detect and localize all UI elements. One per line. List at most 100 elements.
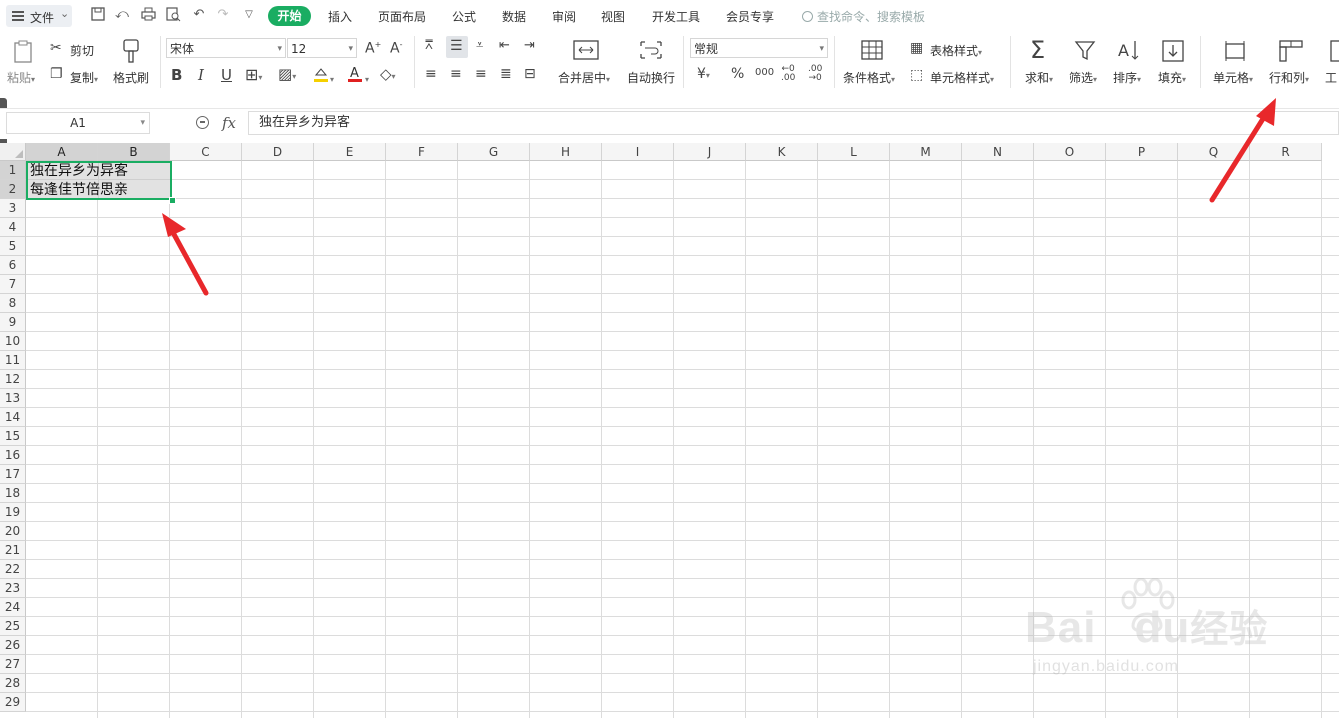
decrease-indent-icon[interactable]: ⇤: [499, 38, 510, 53]
tab-developer[interactable]: 开发工具: [652, 8, 700, 25]
row-header-6[interactable]: 6: [0, 256, 26, 275]
increase-indent-icon[interactable]: ⇥: [524, 38, 535, 53]
row-header-18[interactable]: 18: [0, 484, 26, 503]
column-header-o[interactable]: O: [1034, 143, 1106, 161]
align-right-icon[interactable]: ≡: [475, 66, 487, 82]
align-left-icon[interactable]: ≡: [425, 66, 437, 82]
column-header-h[interactable]: H: [530, 143, 602, 161]
row-header-25[interactable]: 25: [0, 617, 26, 636]
row-header-14[interactable]: 14: [0, 408, 26, 427]
row-header-7[interactable]: 7: [0, 275, 26, 294]
column-header-d[interactable]: D: [242, 143, 314, 161]
sum-button[interactable]: 求和▾: [1025, 69, 1053, 86]
align-center-icon[interactable]: ≡: [450, 66, 462, 82]
align-bottom-icon[interactable]: ⩡: [476, 38, 483, 53]
format-painter-icon[interactable]: [120, 38, 142, 64]
conditional-format-button[interactable]: 条件格式▾: [843, 69, 895, 86]
cell-button[interactable]: 单元格▾: [1213, 69, 1253, 86]
font-name-select[interactable]: 宋体 ▾: [166, 38, 286, 58]
distributed-icon[interactable]: ⊟: [524, 66, 536, 82]
column-header-f[interactable]: F: [386, 143, 458, 161]
row-col-button[interactable]: 行和列▾: [1269, 69, 1309, 86]
column-header-j[interactable]: J: [674, 143, 746, 161]
sort-button[interactable]: 排序▾: [1113, 69, 1141, 86]
column-header-i[interactable]: I: [602, 143, 674, 161]
row-header-12[interactable]: 12: [0, 370, 26, 389]
row-header-24[interactable]: 24: [0, 598, 26, 617]
row-header-15[interactable]: 15: [0, 427, 26, 446]
row-header-22[interactable]: 22: [0, 560, 26, 579]
column-header-c[interactable]: C: [170, 143, 242, 161]
italic-icon[interactable]: I: [198, 66, 204, 84]
row-header-21[interactable]: 21: [0, 541, 26, 560]
command-search[interactable]: 查找命令、搜索模板: [802, 8, 925, 25]
number-format-select[interactable]: 常规 ▾: [690, 38, 828, 58]
column-header-m[interactable]: M: [890, 143, 962, 161]
chevron-down-icon[interactable]: ▾: [365, 70, 369, 86]
name-box[interactable]: A1 ▾: [6, 112, 150, 134]
row-header-9[interactable]: 9: [0, 313, 26, 332]
decrease-decimal-icon[interactable]: .00 →0: [808, 65, 822, 83]
paste-button[interactable]: 粘贴▾: [7, 69, 35, 86]
formula-input[interactable]: 独在异乡为异客: [248, 111, 1339, 135]
row-header-11[interactable]: 11: [0, 351, 26, 370]
thousands-icon[interactable]: 000: [755, 67, 774, 78]
underline-icon[interactable]: U: [221, 66, 232, 84]
save-icon[interactable]: [90, 7, 106, 23]
row-header-4[interactable]: 4: [0, 218, 26, 237]
file-menu-button[interactable]: 文件 ⌄: [6, 5, 72, 27]
paste-icon[interactable]: [12, 40, 36, 64]
column-header-k[interactable]: K: [746, 143, 818, 161]
row-header-8[interactable]: 8: [0, 294, 26, 313]
tab-data[interactable]: 数据: [502, 8, 526, 25]
row-header-28[interactable]: 28: [0, 674, 26, 693]
row-header-19[interactable]: 19: [0, 503, 26, 522]
copy-button[interactable]: 复制▾: [70, 69, 98, 86]
tab-view[interactable]: 视图: [601, 8, 625, 25]
row-header-5[interactable]: 5: [0, 237, 26, 256]
bold-icon[interactable]: B: [171, 66, 182, 84]
row-header-17[interactable]: 17: [0, 465, 26, 484]
font-size-select[interactable]: 12 ▾: [287, 38, 357, 58]
fill-color-icon[interactable]: [312, 65, 330, 87]
merge-center-button[interactable]: 合并居中▾: [558, 69, 610, 86]
clear-format-icon[interactable]: ◇▾: [380, 65, 396, 83]
column-header-l[interactable]: L: [818, 143, 890, 161]
decrease-font-icon[interactable]: A-: [390, 40, 402, 57]
column-header-n[interactable]: N: [962, 143, 1034, 161]
fill-pattern-icon[interactable]: ▨▾: [278, 65, 296, 83]
justify-icon[interactable]: ≣: [500, 66, 512, 82]
row-header-1[interactable]: 1: [0, 161, 26, 180]
customize-toolbar-icon[interactable]: ▽: [241, 7, 257, 23]
fill-button[interactable]: 填充▾: [1158, 69, 1186, 86]
column-header-p[interactable]: P: [1106, 143, 1178, 161]
chevron-down-icon[interactable]: ▾: [330, 70, 334, 86]
row-header-29[interactable]: 29: [0, 693, 26, 712]
tab-member[interactable]: 会员专享: [726, 8, 774, 25]
tab-start[interactable]: 开始: [268, 6, 311, 26]
cell-style-button[interactable]: 单元格样式▾: [930, 69, 994, 86]
zoom-out-icon[interactable]: [196, 116, 209, 129]
row-header-16[interactable]: 16: [0, 446, 26, 465]
row-header-2[interactable]: 2: [0, 180, 26, 199]
column-header-b[interactable]: B: [98, 143, 170, 161]
function-icon[interactable]: fx: [222, 114, 236, 132]
table-style-button[interactable]: 表格样式▾: [930, 42, 982, 59]
undo-history-icon[interactable]: ⤺: [114, 7, 130, 23]
tab-formulas[interactable]: 公式: [452, 8, 476, 25]
increase-decimal-icon[interactable]: ←0.00: [781, 65, 795, 83]
currency-icon[interactable]: ¥▾: [697, 66, 710, 82]
align-top-icon[interactable]: ⩞: [425, 38, 433, 53]
row-header-23[interactable]: 23: [0, 579, 26, 598]
tab-page-layout[interactable]: 页面布局: [378, 8, 426, 25]
tab-insert[interactable]: 插入: [328, 8, 352, 25]
redo-icon[interactable]: ↷: [215, 7, 231, 23]
tab-review[interactable]: 审阅: [552, 8, 576, 25]
row-header-13[interactable]: 13: [0, 389, 26, 408]
font-color-icon[interactable]: A: [346, 65, 364, 87]
row-header-26[interactable]: 26: [0, 636, 26, 655]
worksheet-button[interactable]: 工: [1325, 69, 1337, 86]
row-header-10[interactable]: 10: [0, 332, 26, 351]
undo-icon[interactable]: ↶: [191, 7, 207, 23]
percent-icon[interactable]: %: [731, 66, 744, 82]
